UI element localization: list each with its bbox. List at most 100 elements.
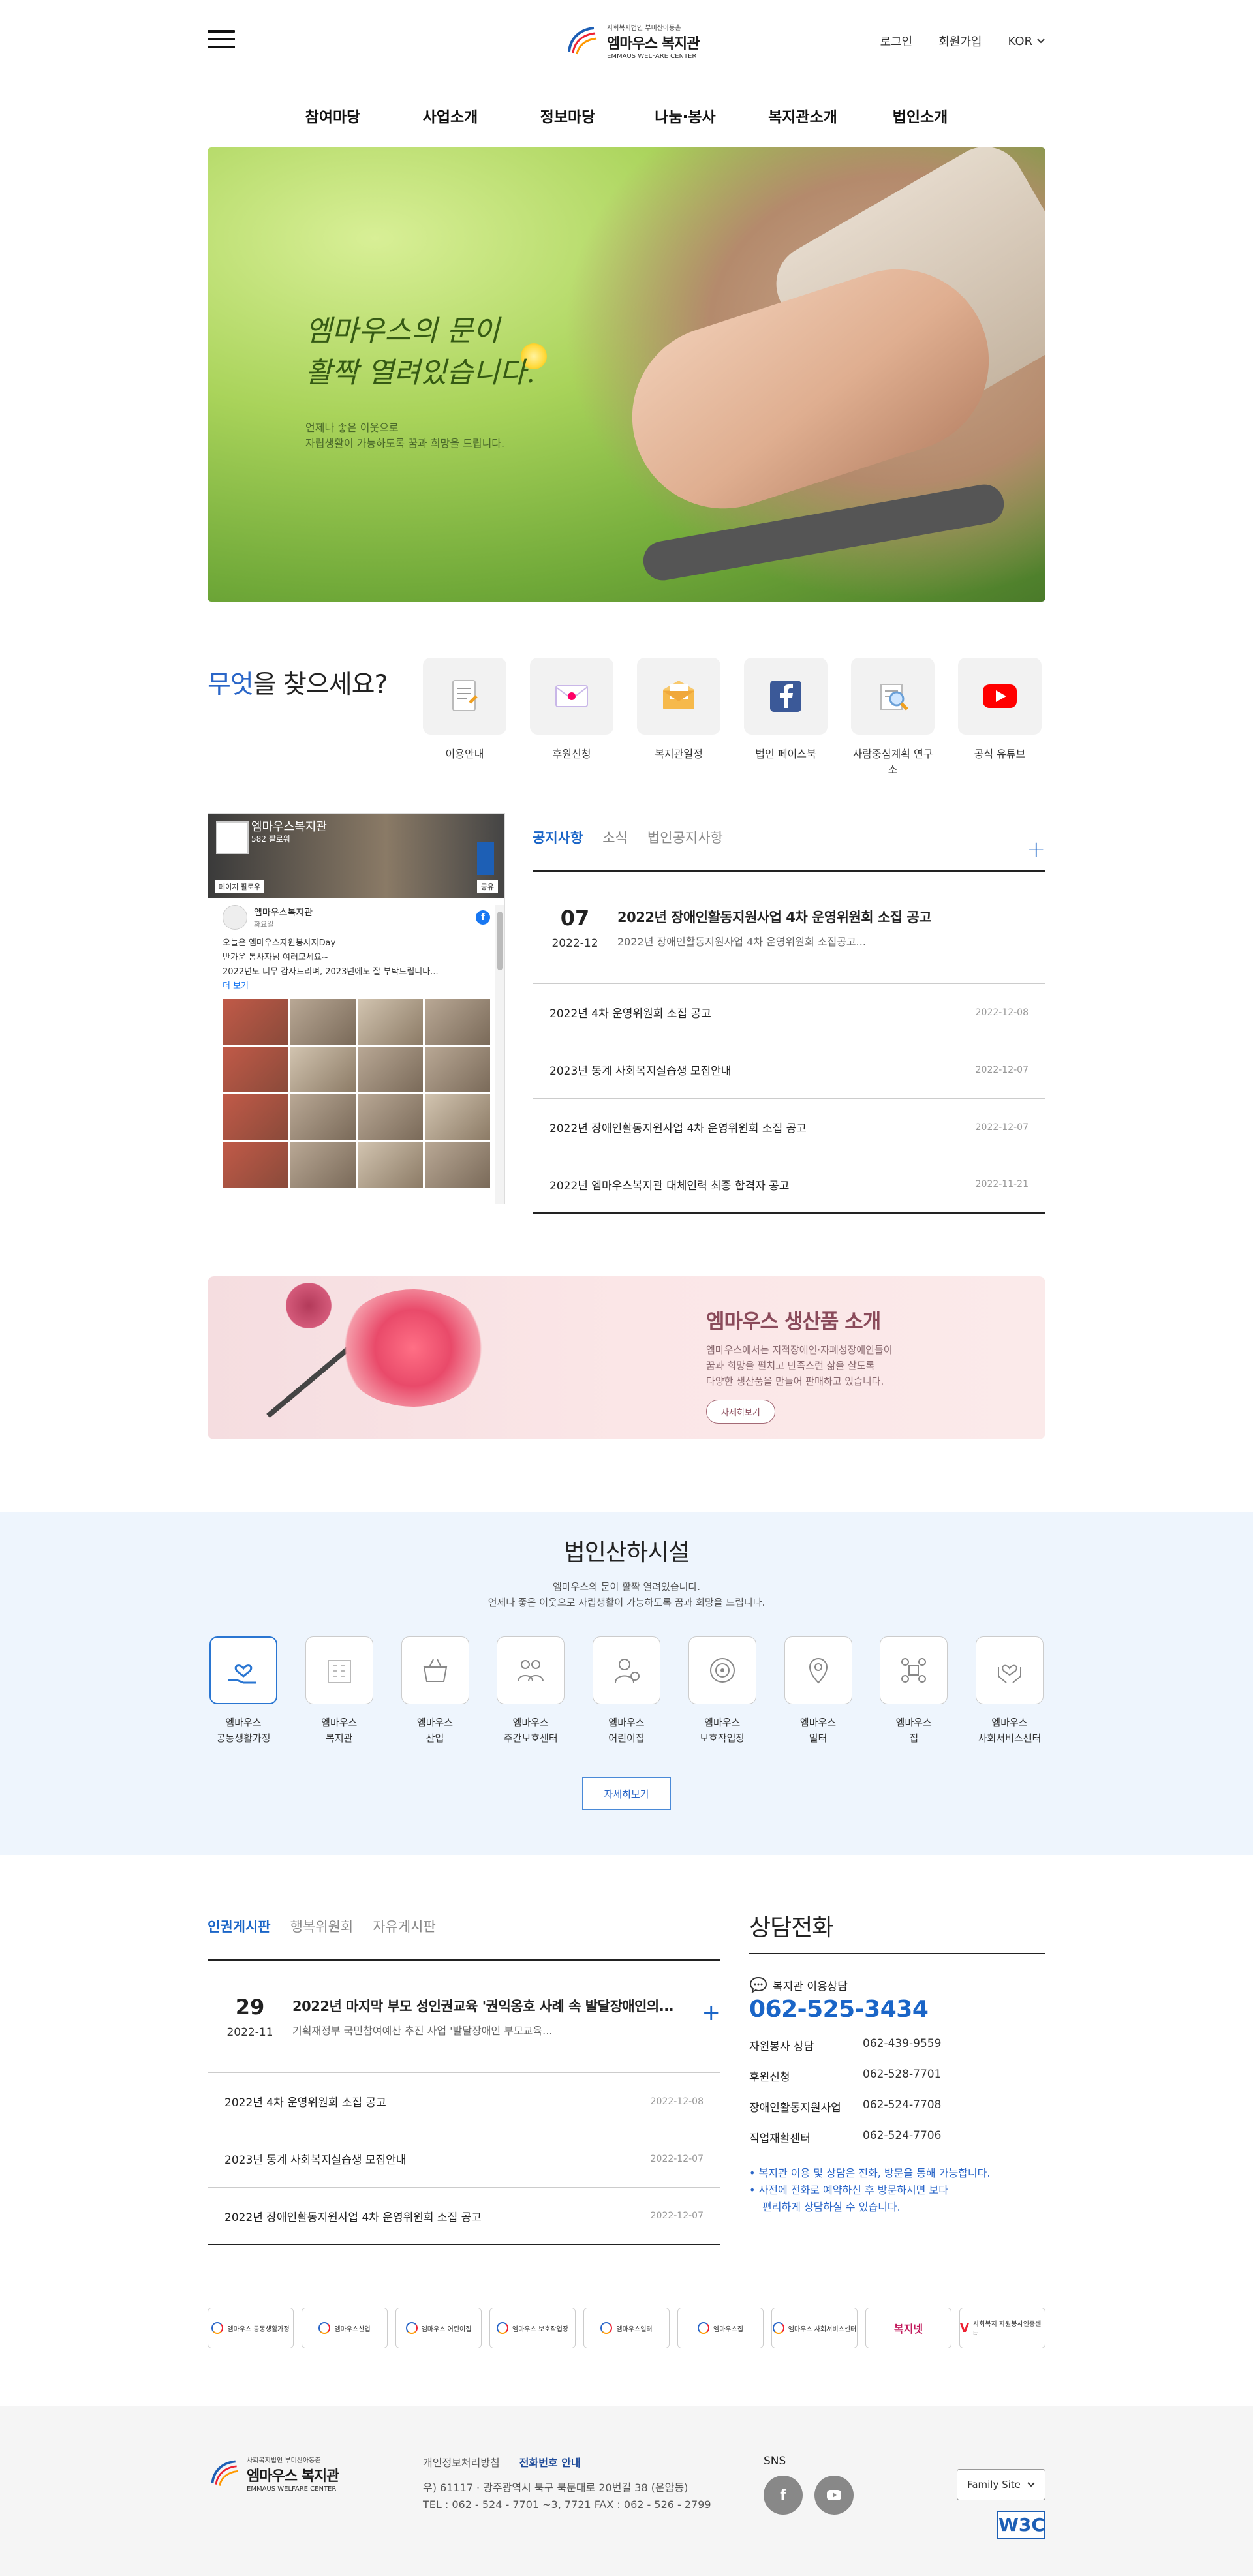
facility-welfare-center[interactable]: 엠마우스 복지관 bbox=[303, 1636, 375, 1746]
quick-facebook[interactable]: 법인 페이스북 bbox=[744, 658, 828, 813]
facility-industry[interactable]: 엠마우스 산업 bbox=[399, 1636, 471, 1746]
link-industry[interactable]: 엠마우스산업 bbox=[302, 2308, 388, 2348]
quick-guide[interactable]: 이용안내 bbox=[423, 658, 506, 813]
more-plus-icon[interactable]: + bbox=[702, 2000, 721, 2026]
tab-human-rights[interactable]: 인권게시판 bbox=[208, 1916, 271, 1959]
post-more-link[interactable]: 더 보기 bbox=[223, 979, 490, 994]
phone-info-link[interactable]: 전화번호 안내 bbox=[519, 2455, 581, 2472]
research-icon bbox=[880, 684, 908, 711]
post-photo-grid[interactable] bbox=[223, 999, 490, 1188]
scrollbar[interactable] bbox=[495, 905, 504, 1204]
menu-icon[interactable] bbox=[208, 30, 235, 51]
featured-post[interactable]: 29 2022-11 2022년 마지막 부모 성인권교육 '권익옹호 사례 속 … bbox=[208, 1961, 720, 2073]
facility-work[interactable]: 엠마우스 일터 bbox=[782, 1636, 854, 1746]
nav-item-info[interactable]: 정보마당 bbox=[509, 104, 626, 127]
logo-english: EMMAUS WELFARE CENTER bbox=[607, 53, 697, 60]
quick-find: 무엇을 찾으세요? 이용안내 후원신청 복지관일정 법인 페이스북 사람중심계획… bbox=[208, 658, 1045, 813]
more-plus-icon[interactable]: + bbox=[1027, 836, 1046, 863]
link-workshop[interactable]: 엠마우스 보호작업장 bbox=[489, 2308, 576, 2348]
quick-donation[interactable]: 후원신청 bbox=[530, 658, 613, 813]
login-link[interactable]: 로그인 bbox=[880, 33, 913, 50]
list-item[interactable]: 2023년 동계 사회복지실습생 모집안내 2022-12-07 bbox=[533, 1041, 1045, 1099]
link-house[interactable]: 엠마우스집 bbox=[677, 2308, 764, 2348]
link-kindergarten[interactable]: 엠마우스 어린이집 bbox=[395, 2308, 482, 2348]
link-group-home[interactable]: 엠마우스 공동생활가정 bbox=[208, 2308, 294, 2348]
nav-item-business[interactable]: 사업소개 bbox=[392, 104, 509, 127]
banner-detail-button[interactable]: 자세히보기 bbox=[706, 1400, 775, 1424]
tab-corp-notice[interactable]: 법인공지사항 bbox=[647, 827, 723, 870]
facebook-follow-button[interactable]: 페이지 팔로우 bbox=[215, 880, 265, 893]
language-select[interactable]: KOR bbox=[1008, 33, 1046, 50]
counsel-row: 장애인활동지원사업 062-524-7708 bbox=[749, 2098, 942, 2115]
quick-schedule[interactable]: 복지관일정 bbox=[637, 658, 720, 813]
list-item[interactable]: 2022년 4차 운영위원회 소집 공고 2022-12-08 bbox=[208, 2073, 720, 2130]
hero-title-line2: 활짝 열려있습니다. bbox=[305, 356, 535, 390]
products-banner[interactable]: 엠마우스 생산품 소개 엠마우스에서는 지적장애인·자폐성장애인들이 꿈과 희망을… bbox=[208, 1276, 1045, 1439]
child-icon bbox=[615, 1659, 640, 1683]
facebook-share-button[interactable]: 공유 bbox=[476, 880, 498, 893]
tab-free-board[interactable]: 자유게시판 bbox=[373, 1916, 436, 1959]
link-work[interactable]: 엠마우스일터 bbox=[583, 2308, 670, 2348]
post-text-line3: 2022년도 너무 감사드리며, 2023년에도 잘 부탁드립니다... bbox=[223, 967, 439, 977]
rights-board: 인권게시판 행복위원회 자유게시판 29 2022-11 2022년 마지막 부모… bbox=[208, 1902, 720, 2245]
family-site-select[interactable]: Family Site bbox=[957, 2469, 1045, 2500]
feature-title: 2022년 장애인활동지원사업 4차 운영위원회 소집 공고 bbox=[617, 909, 932, 925]
tab-news[interactable]: 소식 bbox=[602, 827, 628, 870]
list-item[interactable]: 2022년 엠마우스복지관 대체인력 최종 합격자 공고 2022-11-21 bbox=[533, 1156, 1045, 1214]
facebook-icon bbox=[770, 681, 801, 712]
nav-item-about[interactable]: 복지관소개 bbox=[744, 104, 861, 127]
location-icon bbox=[809, 1658, 828, 1684]
logo-subtitle: 사회복지법인 부미산아동촌 bbox=[607, 25, 681, 32]
facility-house[interactable]: 엠마우스 집 bbox=[878, 1636, 950, 1746]
facebook-followers: 582 팔로워 bbox=[251, 835, 290, 844]
signup-link[interactable]: 회원가입 bbox=[938, 33, 982, 50]
nav-item-participation[interactable]: 참여마당 bbox=[274, 104, 392, 127]
facility-day-care[interactable]: 엠마우스 주간보호센터 bbox=[495, 1636, 566, 1746]
post-author[interactable]: 엠마우스복지관 bbox=[254, 906, 313, 919]
facility-social-service[interactable]: 엠마우스 사회서비스센터 bbox=[974, 1636, 1045, 1746]
nav-item-volunteer[interactable]: 나눔·봉사 bbox=[626, 104, 744, 127]
link-bokjinet[interactable]: 복지넷 bbox=[865, 2308, 951, 2348]
tab-happiness-committee[interactable]: 행복위원회 bbox=[290, 1916, 354, 1959]
feature-title: 2022년 마지막 부모 성인권교육 '권익옹호 사례 속 발달장애인의... bbox=[292, 1998, 674, 2014]
nav-item-corporation[interactable]: 법인소개 bbox=[861, 104, 979, 127]
target-icon bbox=[709, 1658, 735, 1683]
facility-group-home[interactable]: 엠마우스 공동생활가정 bbox=[208, 1636, 279, 1746]
hero-banner: 엠마우스의 문이 활짝 열려있습니다. 언제나 좋은 이웃으로 자립생활이 가능하도… bbox=[208, 147, 1045, 602]
privacy-link[interactable]: 개인정보처리방침 bbox=[423, 2455, 500, 2472]
hand-heart-icon bbox=[228, 1664, 256, 1684]
list-item[interactable]: 2022년 장애인활동지원사업 4차 운영위원회 소집 공고 2022-12-07 bbox=[208, 2188, 720, 2245]
counsel-main-label: 복지관 이용상담 bbox=[773, 1980, 848, 1993]
counsel-main-number[interactable]: 062-525-3434 bbox=[749, 1996, 1045, 2023]
facebook-page-name[interactable]: 엠마우스복지관 bbox=[251, 818, 327, 835]
link-social-service[interactable]: 엠마우스 사회서비스센터 bbox=[771, 2308, 858, 2348]
facility-workshop[interactable]: 엠마우스 보호작업장 bbox=[687, 1636, 758, 1746]
facebook-icon[interactable]: f bbox=[764, 2476, 803, 2515]
logo-title: 엠마우스 복지관 bbox=[607, 36, 700, 52]
list-item[interactable]: 2022년 장애인활동지원사업 4차 운영위원회 소집 공고 2022-12-07 bbox=[533, 1099, 1045, 1156]
featured-notice[interactable]: 07 2022-12 2022년 장애인활동지원사업 4차 운영위원회 소집 공고… bbox=[533, 872, 1045, 984]
w3c-badge[interactable]: W3C bbox=[997, 2511, 1045, 2539]
quick-research[interactable]: 사람중심계획 연구소 bbox=[851, 658, 935, 813]
logo-mark-icon bbox=[600, 2322, 613, 2334]
hero-desc-line1: 언제나 좋은 이웃으로 bbox=[305, 422, 399, 434]
facilities-more-button[interactable]: 자세히보기 bbox=[582, 1777, 671, 1810]
link-volunteer-center[interactable]: V 사회복지 자원봉사인증센터 bbox=[959, 2308, 1045, 2348]
list-item[interactable]: 2023년 동계 사회복지실습생 모집안내 2022-12-07 bbox=[208, 2130, 720, 2188]
building-icon bbox=[327, 1660, 351, 1683]
logo-mark-icon bbox=[497, 2322, 508, 2334]
youtube-icon[interactable] bbox=[814, 2476, 854, 2515]
language-label: KOR bbox=[1008, 34, 1033, 48]
tab-notice[interactable]: 공지사항 bbox=[533, 827, 583, 870]
footer-logo[interactable]: 사회복지법인 부미산아동촌 엠마우스 복지관 EMMAUS WELFARE CE… bbox=[208, 2455, 339, 2492]
facebook-widget[interactable]: 엠마우스복지관 582 팔로워 페이지 팔로우 공유 엠마우스복지관 화요일 f… bbox=[208, 813, 505, 1204]
facility-kindergarten[interactable]: 엠마우스 어린이집 bbox=[591, 1636, 662, 1746]
guide-book-icon bbox=[452, 680, 478, 711]
post-text-line1: 오늘은 엠마우스자원봉사자Day bbox=[223, 938, 336, 948]
list-item[interactable]: 2022년 4차 운영위원회 소집 공고 2022-12-08 bbox=[533, 984, 1045, 1041]
site-logo[interactable]: 사회복지법인 부미산아동촌 엠마우스 복지관 EMMAUS WELFARE CE… bbox=[564, 22, 700, 60]
quick-youtube[interactable]: 공식 유튜브 bbox=[958, 658, 1042, 813]
chat-icon bbox=[749, 1976, 767, 1993]
network-icon bbox=[901, 1658, 927, 1683]
basket-icon bbox=[423, 1659, 447, 1682]
